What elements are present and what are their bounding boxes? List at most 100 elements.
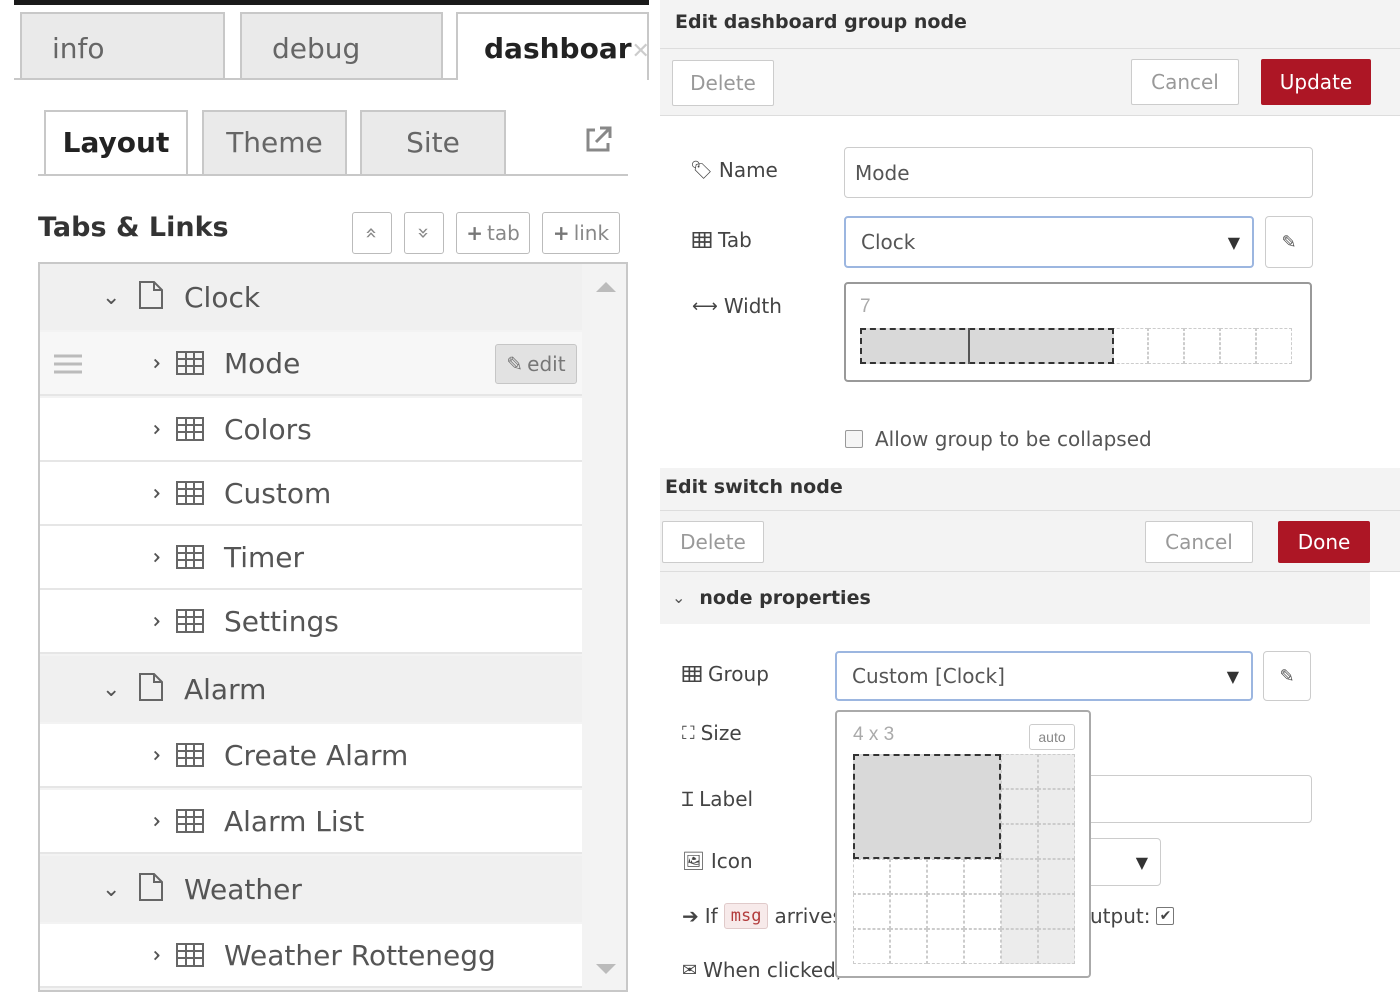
tree-group-colors[interactable]: ⌄ Colors — [40, 398, 582, 462]
tree-tab-label: Clock — [184, 280, 261, 314]
width-picker[interactable]: 7 — [844, 282, 1312, 382]
image-icon: 🖼 — [682, 850, 705, 872]
chevron-right-icon[interactable]: ⌄ — [141, 354, 166, 372]
edit-group-button[interactable]: ✎ edit — [495, 344, 577, 384]
plus-icon: + — [552, 221, 570, 245]
name-label: Name — [718, 158, 778, 182]
switch-dialog-header: Edit switch node Delete Cancel Done — [660, 468, 1400, 572]
expand-all-button[interactable]: » — [404, 212, 444, 254]
delete-button[interactable]: Delete — [662, 521, 764, 563]
group-select-value: Custom [Clock] — [852, 664, 1005, 688]
switch-dialog-title: Edit switch node — [665, 476, 843, 498]
tree-tab-clock[interactable]: ⌄ Clock — [40, 264, 582, 330]
chevron-right-icon[interactable]: ⌄ — [141, 946, 166, 964]
arrives-text: arrives — [774, 904, 843, 928]
chevron-down-icon[interactable]: ⌄ — [102, 677, 120, 702]
node-properties-section[interactable]: ⌄ node properties — [660, 572, 1370, 624]
table-icon — [176, 481, 204, 505]
add-tab-button[interactable]: + tab — [456, 212, 530, 254]
cancel-button[interactable]: Cancel — [1145, 521, 1253, 563]
tree-group-label: Settings — [224, 604, 339, 638]
tree-tab-weather[interactable]: ⌄ Weather — [40, 856, 582, 922]
group-select[interactable]: Custom [Clock] ▼ — [835, 651, 1253, 701]
output-row: utput: ✔ — [1090, 904, 1175, 928]
output-text: utput: — [1090, 904, 1151, 928]
edit-group-button[interactable]: ✎ — [1263, 651, 1311, 701]
dropdown-arrow-icon: ▼ — [1227, 232, 1240, 252]
tree-group-weather-rottenegg[interactable]: ⌄ Weather Rottenegg — [40, 924, 582, 988]
arrow-right-icon: ➔ — [682, 904, 699, 928]
scroll-up-arrow[interactable] — [596, 282, 616, 292]
done-button[interactable]: Done — [1278, 521, 1370, 563]
subtab-layout-label: Layout — [62, 126, 170, 159]
drag-handle-icon[interactable] — [54, 354, 82, 374]
dashboard-sidebar: info debug dashboar✕ Layout Theme Site T… — [0, 0, 649, 1000]
tab-dashboard[interactable]: dashboar✕ — [456, 12, 649, 80]
add-link-button[interactable]: + link — [542, 212, 620, 254]
tree-group-settings[interactable]: ⌄ Settings — [40, 590, 582, 654]
tree-group-create-alarm[interactable]: ⌄ Create Alarm — [40, 724, 582, 788]
table-icon — [176, 545, 204, 569]
collapse-checkbox[interactable] — [845, 430, 863, 448]
chevron-right-icon[interactable]: ⌄ — [141, 746, 166, 764]
name-label-wrap: 🏷 Name — [690, 158, 778, 182]
label-label: Label — [699, 786, 754, 811]
edit-tab-button[interactable]: ✎ — [1265, 216, 1313, 268]
passthrough-checkbox[interactable]: ✔ — [1156, 907, 1175, 925]
tab-debug[interactable]: debug — [240, 12, 443, 80]
table-icon — [176, 417, 204, 441]
delete-button[interactable]: Delete — [672, 60, 774, 106]
icon-label-wrap: 🖼 Icon — [682, 849, 753, 873]
tab-info[interactable]: info — [20, 12, 225, 80]
node-properties-label: node properties — [699, 587, 871, 609]
subtab-layout[interactable]: Layout — [44, 110, 188, 176]
size-picker-popover[interactable]: 4 x 3 auto — [835, 710, 1091, 978]
tree-group-label: Alarm List — [224, 804, 365, 838]
tree-group-custom[interactable]: ⌄ Custom — [40, 462, 582, 526]
tree-group-alarm-list[interactable]: ⌄ Alarm List — [40, 790, 582, 854]
size-value: 4 x 3 — [853, 724, 895, 745]
close-icon[interactable]: ✕ — [632, 39, 647, 64]
tag-icon: 🏷 — [690, 159, 713, 181]
scroll-down-arrow[interactable] — [596, 964, 616, 974]
chevron-right-icon[interactable]: ⌄ — [141, 484, 166, 502]
text-cursor-icon: Ɪ — [682, 787, 694, 811]
cancel-button[interactable]: Cancel — [1131, 59, 1239, 105]
chevron-right-icon[interactable]: ⌄ — [141, 548, 166, 566]
tab-select[interactable]: Clock ▼ — [844, 216, 1254, 268]
table-icon — [176, 943, 204, 967]
icon-select[interactable]: ▼ — [1085, 838, 1161, 886]
header-divider — [660, 510, 1400, 511]
chevron-down-icon[interactable]: ⌄ — [102, 877, 120, 902]
tab-bar-baseline — [14, 78, 456, 80]
table-icon — [176, 351, 204, 375]
tab-debug-label: debug — [272, 32, 361, 65]
name-input[interactable]: Mode — [844, 147, 1313, 198]
update-button[interactable]: Update — [1261, 59, 1371, 105]
chevron-right-icon[interactable]: ⌄ — [141, 812, 166, 830]
external-link-icon[interactable] — [582, 124, 614, 156]
chevron-right-icon[interactable]: ⌄ — [141, 420, 166, 438]
width-value: 7 — [860, 296, 871, 317]
tree-group-label: Timer — [224, 540, 305, 574]
subtab-baseline — [38, 174, 628, 176]
tree-group-mode[interactable]: ⌄ Mode ✎ edit — [40, 332, 582, 396]
tree-tab-label: Weather — [184, 872, 302, 906]
add-link-label: link — [573, 221, 610, 245]
tree-group-timer[interactable]: ⌄ Timer — [40, 526, 582, 590]
collapse-all-button[interactable]: « — [352, 212, 392, 254]
label-input[interactable] — [1085, 775, 1312, 823]
subtab-site[interactable]: Site — [360, 110, 506, 176]
chevron-right-icon[interactable]: ⌄ — [141, 612, 166, 630]
page-icon — [139, 873, 163, 901]
group-dialog-title: Edit dashboard group node — [675, 11, 967, 33]
chevron-down-icon: ⌄ — [672, 590, 686, 607]
width-label-wrap: ⟷ Width — [692, 294, 782, 318]
collapse-label: Allow group to be collapsed — [875, 427, 1152, 451]
header-divider — [660, 48, 1400, 49]
page-icon — [139, 673, 163, 701]
chevron-down-icon[interactable]: ⌄ — [102, 285, 120, 310]
tree-tab-alarm[interactable]: ⌄ Alarm — [40, 656, 582, 722]
auto-size-button[interactable]: auto — [1029, 724, 1075, 750]
subtab-theme[interactable]: Theme — [202, 110, 347, 176]
